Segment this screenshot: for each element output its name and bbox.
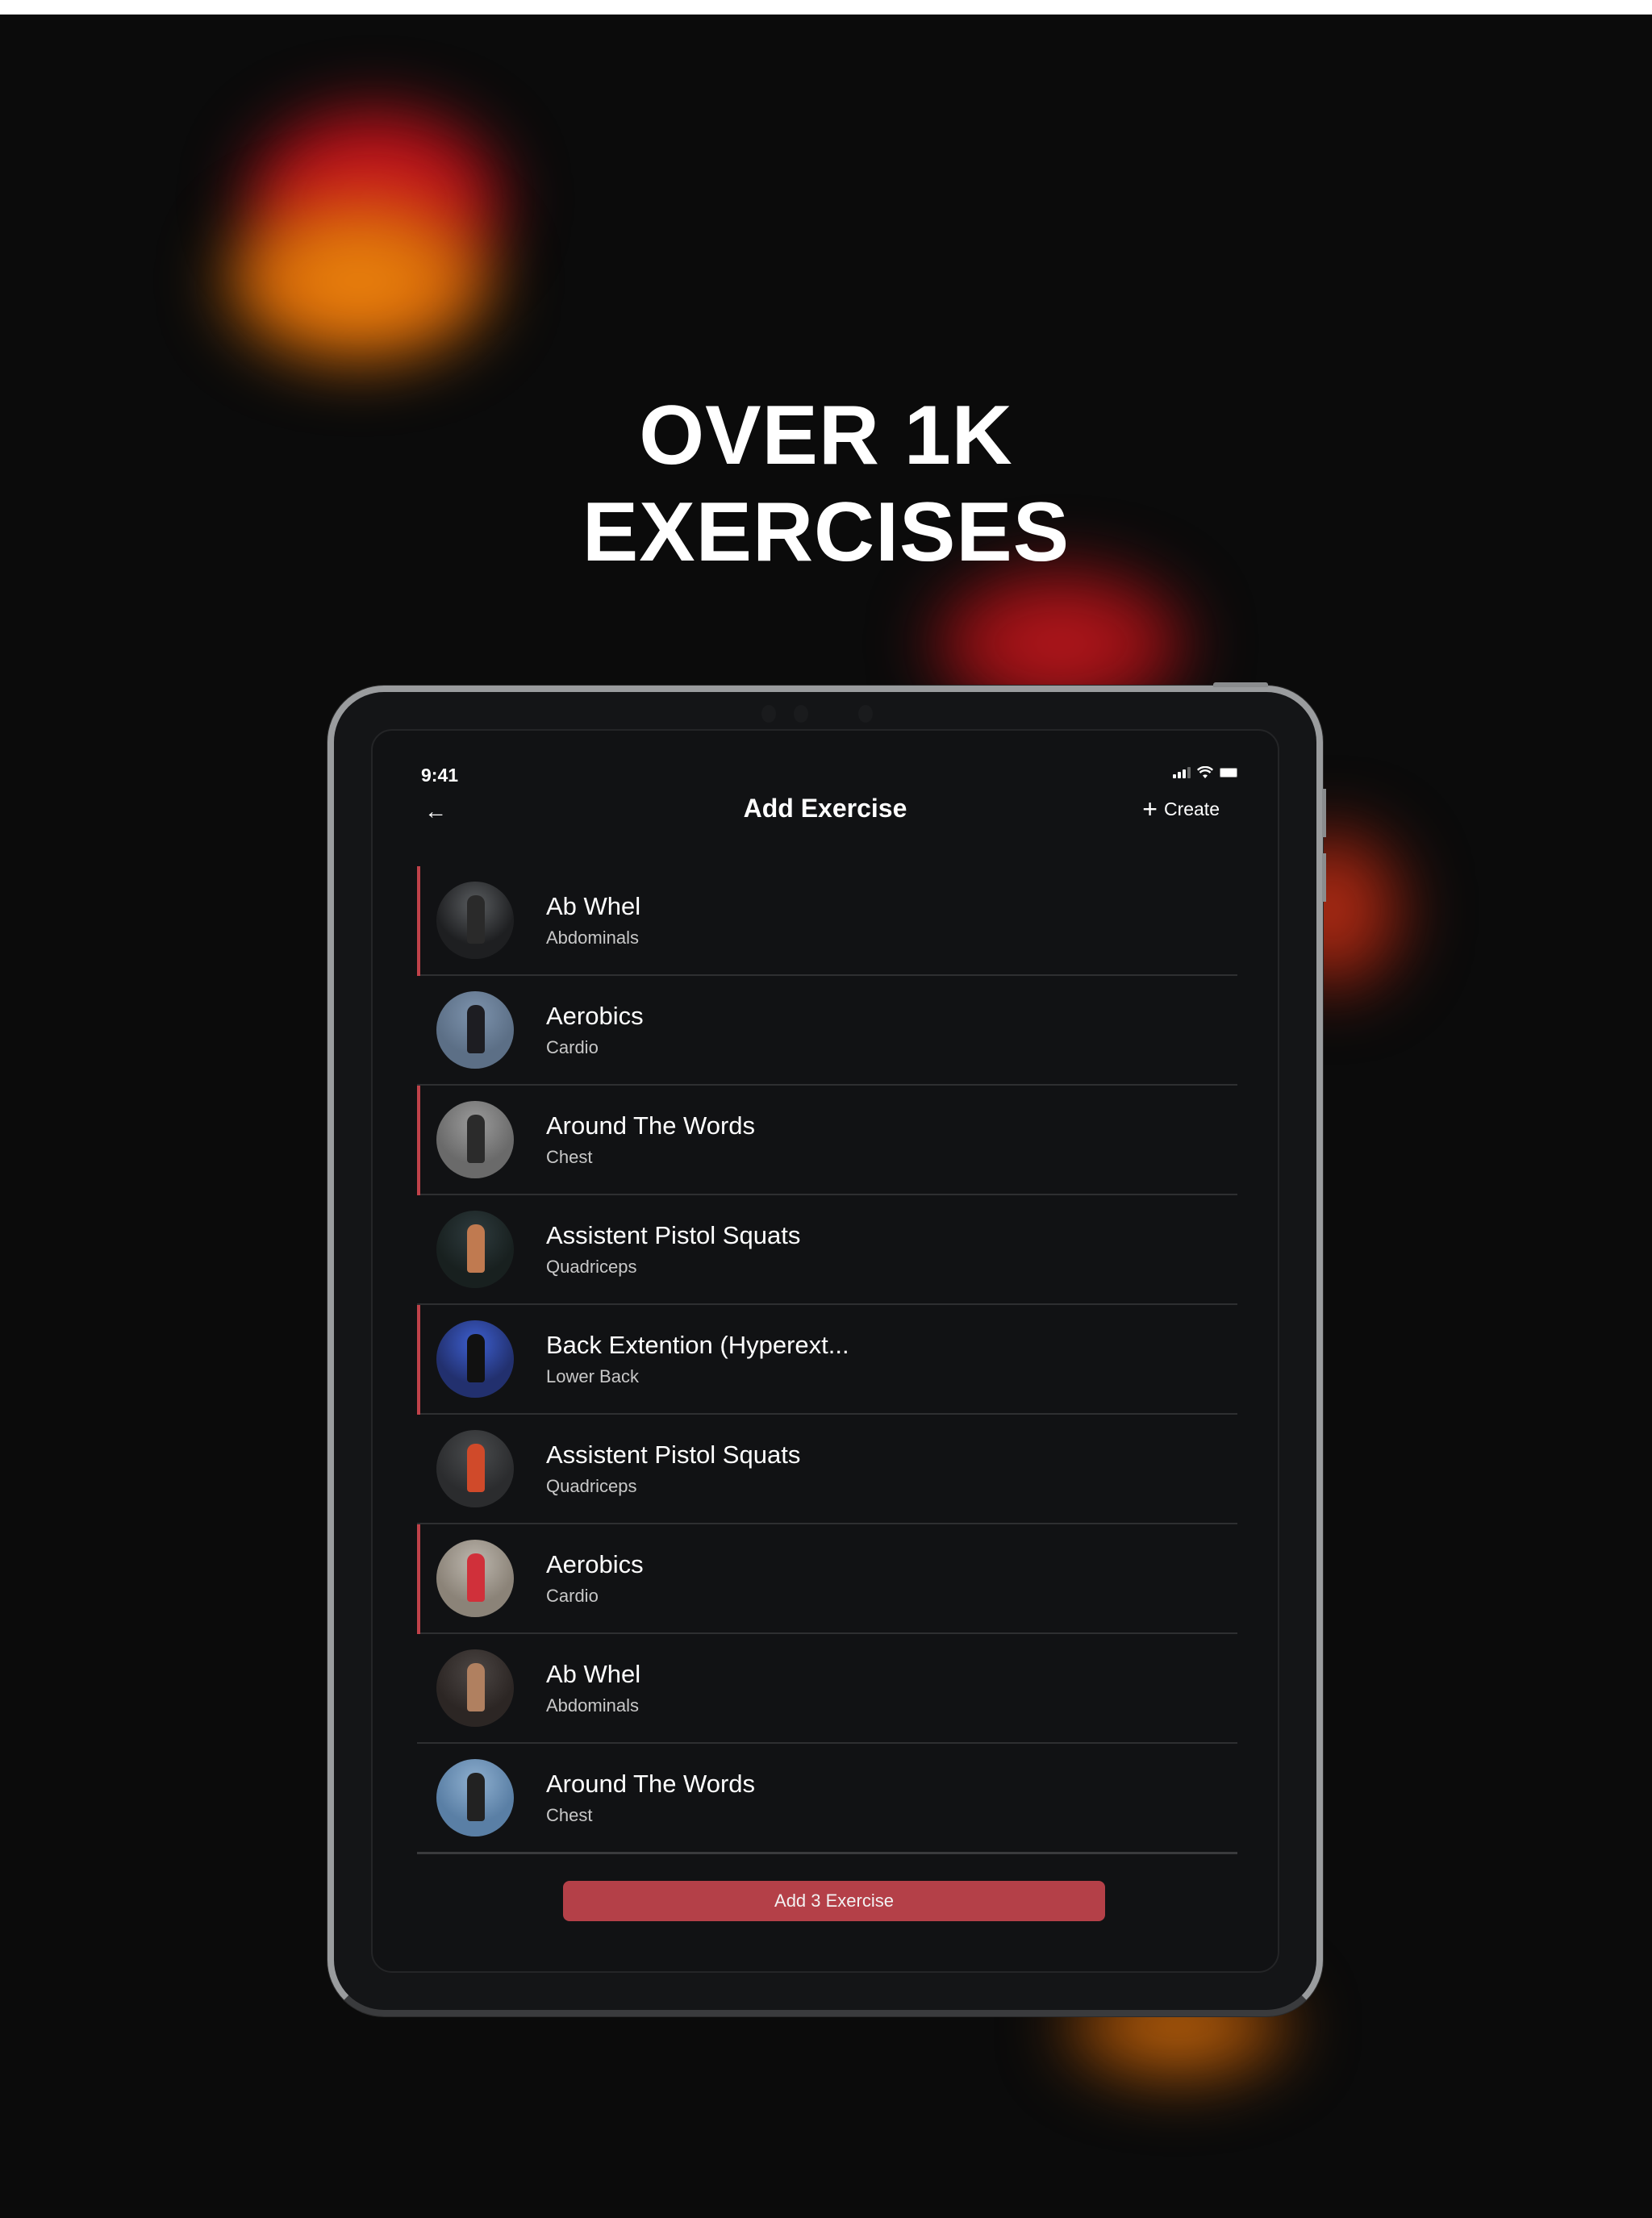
exercise-name: Around The Words: [546, 1111, 756, 1140]
decorative-glow-orange: [218, 192, 500, 369]
exercise-category: Quadriceps: [546, 1476, 637, 1496]
volume-down-button: [1322, 853, 1326, 902]
create-label: Create: [1163, 798, 1220, 819]
exercise-name: Assistent Pistol Squats: [546, 1440, 801, 1469]
exercise-category: Quadriceps: [546, 1257, 637, 1277]
hero-line-1: OVER 1K: [639, 389, 1013, 482]
arrow-left-icon: ←: [424, 798, 447, 823]
exercise-category: Abdominals: [546, 928, 639, 948]
exercise-name: Around The Words: [546, 1770, 756, 1798]
create-button[interactable]: + Create: [1142, 794, 1220, 823]
app-screen: 9:41 ← Add Exercise + Create Ab Whel Abdo…: [371, 729, 1279, 1973]
exercise-row[interactable]: Ab Whel Abdominals: [417, 866, 1237, 976]
tablet-device-frame: 9:41 ← Add Exercise + Create Ab Whel Abdo…: [327, 682, 1326, 2016]
hero-headline: OVER 1K EXERCISES: [0, 387, 1652, 581]
exercise-name: Aerobics: [546, 1002, 644, 1030]
exercise-category: Chest: [546, 1147, 593, 1167]
exercise-thumbnail: [436, 1211, 514, 1288]
add-exercises-button[interactable]: Add 3 Exercise: [563, 1881, 1105, 1921]
status-icons: [1173, 766, 1237, 779]
exercise-thumbnail: [436, 1101, 514, 1178]
exercise-row[interactable]: Assistent Pistol Squats Quadriceps: [417, 1195, 1237, 1305]
exercise-name: Back Extention (Hyperext...: [546, 1331, 849, 1359]
exercise-row[interactable]: Ab Whel Abdominals: [417, 1634, 1237, 1744]
camera-sensor: [761, 705, 776, 723]
exercise-thumbnail: [436, 1759, 514, 1837]
camera-sensor: [794, 705, 808, 723]
exercise-thumbnail: [436, 1430, 514, 1507]
exercise-name: Assistent Pistol Squats: [546, 1221, 801, 1249]
exercise-row[interactable]: Around The Words Chest: [417, 1086, 1237, 1195]
exercise-category: Cardio: [546, 1586, 599, 1606]
battery-icon: [1220, 768, 1237, 778]
exercise-thumbnail: [436, 882, 514, 959]
wifi-icon: [1197, 766, 1213, 778]
exercise-row[interactable]: Aerobics Cardio: [417, 1524, 1237, 1634]
hero-line-2: EXERCISES: [582, 486, 1070, 579]
exercise-category: Lower Back: [546, 1366, 639, 1386]
exercise-row[interactable]: Back Extention (Hyperext... Lower Back: [417, 1305, 1237, 1415]
exercise-name: Aerobics: [546, 1550, 644, 1578]
exercise-thumbnail: [436, 1540, 514, 1617]
exercise-thumbnail: [436, 991, 514, 1069]
exercise-row[interactable]: Aerobics Cardio: [417, 976, 1237, 1086]
exercise-name: Ab Whel: [546, 1660, 641, 1688]
exercise-row[interactable]: Assistent Pistol Squats Quadriceps: [417, 1415, 1237, 1524]
exercise-name: Ab Whel: [546, 892, 641, 920]
exercise-category: Abdominals: [546, 1695, 639, 1716]
exercise-thumbnail: [436, 1320, 514, 1398]
volume-up-button: [1322, 789, 1326, 837]
power-button: [1213, 682, 1268, 687]
back-button[interactable]: ←: [424, 795, 457, 828]
exercise-category: Cardio: [546, 1037, 599, 1057]
signal-icon: [1173, 767, 1191, 778]
plus-icon: +: [1142, 794, 1158, 823]
status-time: 9:41: [421, 765, 459, 786]
camera-sensor: [858, 705, 873, 723]
exercise-list: Ab Whel Abdominals Aerobics Cardio Around Th…: [417, 866, 1237, 1854]
exercise-category: Chest: [546, 1805, 593, 1825]
exercise-thumbnail: [436, 1649, 514, 1727]
exercise-row[interactable]: Around The Words Chest: [417, 1744, 1237, 1854]
